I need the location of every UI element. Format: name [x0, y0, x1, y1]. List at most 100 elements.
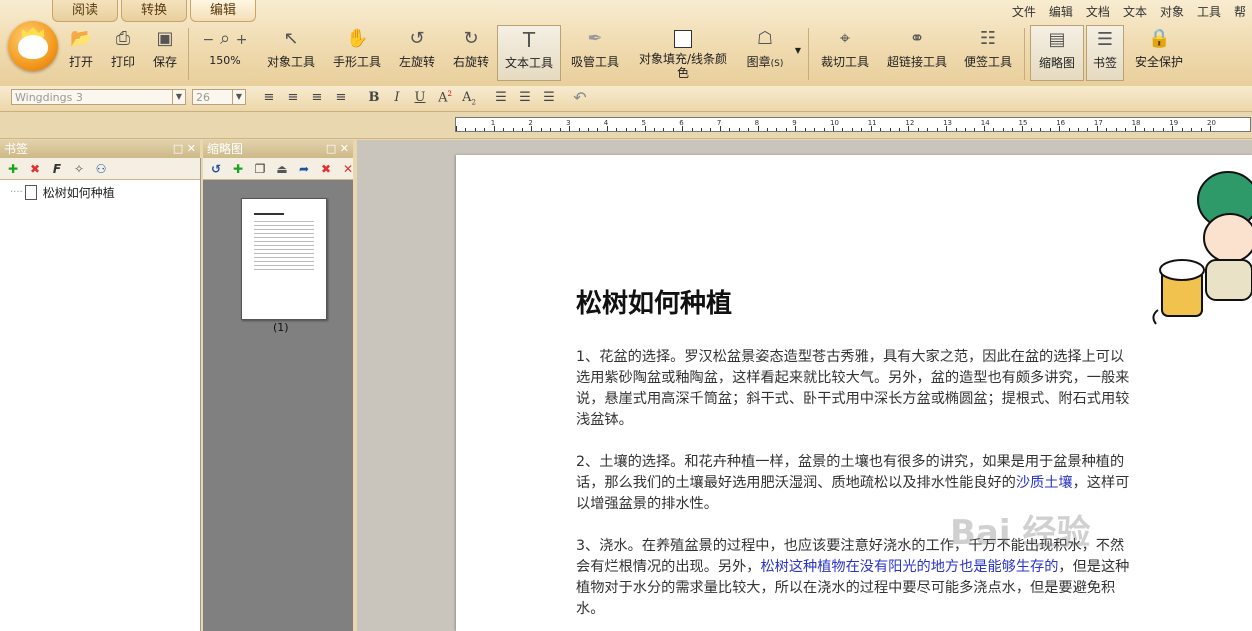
hyperlink-tool-button[interactable]: ⚭ 超链接工具: [884, 28, 950, 70]
bookmarks-toggle[interactable]: ☰ 书签: [1086, 25, 1124, 81]
ruler-tick: [955, 128, 957, 131]
superscript-icon[interactable]: A2: [436, 90, 454, 105]
ruler-tick: [465, 128, 467, 131]
print-button[interactable]: ⎙ 打印: [109, 28, 137, 70]
menubar: 文件 编辑 文档 文本 对象 工具 帮: [1005, 0, 1252, 20]
fill-color-button[interactable]: 对象填充/线条颜 色: [634, 28, 732, 80]
auto-bookmark-icon[interactable]: ✧: [71, 161, 87, 177]
page-thumbnail[interactable]: [241, 198, 327, 320]
indent-icon[interactable]: ☰: [540, 90, 558, 105]
zoom-in-button[interactable]: +: [236, 32, 248, 48]
ruler-tick: [512, 128, 514, 131]
stamp-button[interactable]: ☖ 图章(S): [740, 28, 790, 70]
tab-read[interactable]: 阅读: [52, 0, 118, 22]
new-page-icon[interactable]: ❐: [252, 161, 268, 177]
menu-document[interactable]: 文档: [1079, 0, 1116, 20]
align-right-icon[interactable]: ≡: [308, 90, 326, 105]
add-bookmark-icon[interactable]: ✚: [5, 161, 21, 177]
menu-file[interactable]: 文件: [1005, 0, 1042, 20]
rotate-left-icon: ↺: [409, 28, 425, 49]
ruler-tick: [550, 128, 552, 131]
delete-page-icon[interactable]: ✖: [318, 161, 334, 177]
ruler-tick: [1200, 128, 1202, 131]
eyedropper-icon: ✒: [587, 28, 603, 49]
subscript-icon[interactable]: A2: [460, 90, 478, 107]
ruler-tick: [1012, 128, 1014, 131]
ruler-tick: [540, 128, 542, 131]
ruler-tick: [974, 128, 976, 131]
separator: [808, 28, 809, 80]
menu-edit[interactable]: 编辑: [1042, 0, 1079, 20]
align-center-icon[interactable]: ≡: [284, 90, 302, 105]
ruler-tick: [521, 128, 523, 131]
document-page[interactable]: 松树如何种植 1、花盆的选择。罗汉松盆景姿态造型苍古秀雅，具有大家之范，因此在盆…: [456, 155, 1252, 631]
ruler-tick: [1162, 128, 1164, 131]
close-icon[interactable]: ✕: [340, 142, 349, 155]
ruler-tick: [1030, 128, 1032, 131]
object-tool-button[interactable]: ↖ 对象工具: [264, 28, 318, 70]
zoom-control[interactable]: − ⌕ + 150%: [193, 28, 257, 67]
stamp-dropdown[interactable]: ▼: [793, 42, 803, 56]
ruler-tick: [503, 128, 505, 131]
ruler-tick: [663, 128, 665, 131]
ruler-tick: [1002, 128, 1004, 131]
app-logo[interactable]: [8, 21, 58, 71]
note-tool-button[interactable]: ☷ 便签工具: [961, 28, 1015, 70]
move-page-icon[interactable]: ➦: [296, 161, 312, 177]
bookmark-label: 松树如何种植: [42, 186, 115, 200]
extract-page-icon[interactable]: ⏏: [274, 161, 290, 177]
eyedropper-tool-button[interactable]: ✒ 吸管工具: [568, 28, 622, 70]
delete-bookmark-icon[interactable]: ✖: [27, 161, 43, 177]
paragraph-spacing-icon[interactable]: ☰: [516, 90, 534, 105]
magnifier-icon: ⌕: [219, 28, 231, 49]
ruler-tick: [653, 128, 655, 131]
bookmark-item[interactable]: ···· 松树如何种植: [10, 184, 115, 201]
bookmark-properties-icon[interactable]: F: [49, 161, 65, 177]
ruler-label: 3: [566, 119, 571, 127]
underline-icon[interactable]: U: [411, 90, 429, 105]
pin-icon[interactable]: □: [173, 142, 183, 155]
font-select[interactable]: Wingdings 3 ▼: [11, 89, 186, 105]
menu-object[interactable]: 对象: [1153, 0, 1190, 20]
font-size-select[interactable]: 26 ▼: [192, 89, 246, 105]
close-icon[interactable]: ✕: [187, 142, 196, 155]
tab-convert[interactable]: 转换: [121, 0, 187, 22]
crop-tool-button[interactable]: ⌖ 裁切工具: [818, 28, 872, 70]
pin-icon[interactable]: □: [326, 142, 336, 155]
open-button[interactable]: 📂 打开: [67, 28, 95, 70]
rotate-right-icon: ↻: [463, 28, 479, 49]
ruler-tick: [1106, 128, 1108, 131]
ruler-tick: [484, 128, 486, 131]
ruler-tick: [710, 128, 712, 131]
align-left-icon[interactable]: ≡: [260, 90, 278, 105]
ruler-tick: [625, 128, 627, 131]
security-button[interactable]: 🔒 安全保护: [1132, 28, 1186, 70]
bold-icon[interactable]: B: [365, 90, 383, 105]
tab-edit[interactable]: 编辑: [190, 0, 256, 22]
text-tool-button[interactable]: T 文本工具: [497, 25, 561, 81]
rotate-left-button[interactable]: ↺ 左旋转: [396, 28, 438, 70]
cartoon-character-sticker: [1152, 171, 1252, 325]
ruler-label: 18: [1131, 119, 1141, 127]
menu-text[interactable]: 文本: [1116, 0, 1153, 20]
zoom-out-button[interactable]: −: [202, 32, 214, 48]
link-pine-shade[interactable]: 松树这种植物在没有阳光的地方也是能够生存的: [760, 559, 1058, 575]
thumbnails-toggle[interactable]: ▤ 缩略图: [1030, 25, 1084, 81]
menu-help[interactable]: 帮: [1227, 0, 1252, 20]
find-bookmark-icon[interactable]: ⚇: [93, 161, 109, 177]
hand-tool-button[interactable]: ✋ 手形工具: [330, 28, 384, 70]
italic-icon[interactable]: I: [388, 90, 406, 105]
rotate-page-icon[interactable]: ↺: [208, 161, 224, 177]
justify-icon[interactable]: ≡: [332, 90, 350, 105]
close-page-icon[interactable]: ✕: [340, 161, 356, 177]
link-sandy-soil[interactable]: 沙质土壤: [1016, 475, 1073, 491]
ruler-tick: [1144, 128, 1146, 131]
save-button[interactable]: ▣ 保存: [151, 28, 179, 70]
undo-icon[interactable]: ↶: [571, 88, 589, 107]
insert-page-icon[interactable]: ✚: [230, 161, 246, 177]
horizontal-ruler[interactable]: 1 2 3 4 5 6 7 8 9 10 11 12 13 14 15 16 17 18 19 20: [455, 117, 1251, 132]
line-spacing-icon[interactable]: ☰: [492, 90, 510, 105]
menu-tools[interactable]: 工具: [1190, 0, 1227, 20]
rotate-right-button[interactable]: ↻ 右旋转: [450, 28, 492, 70]
thumbnail-panel-header: 缩略图 □ ✕: [203, 140, 353, 158]
